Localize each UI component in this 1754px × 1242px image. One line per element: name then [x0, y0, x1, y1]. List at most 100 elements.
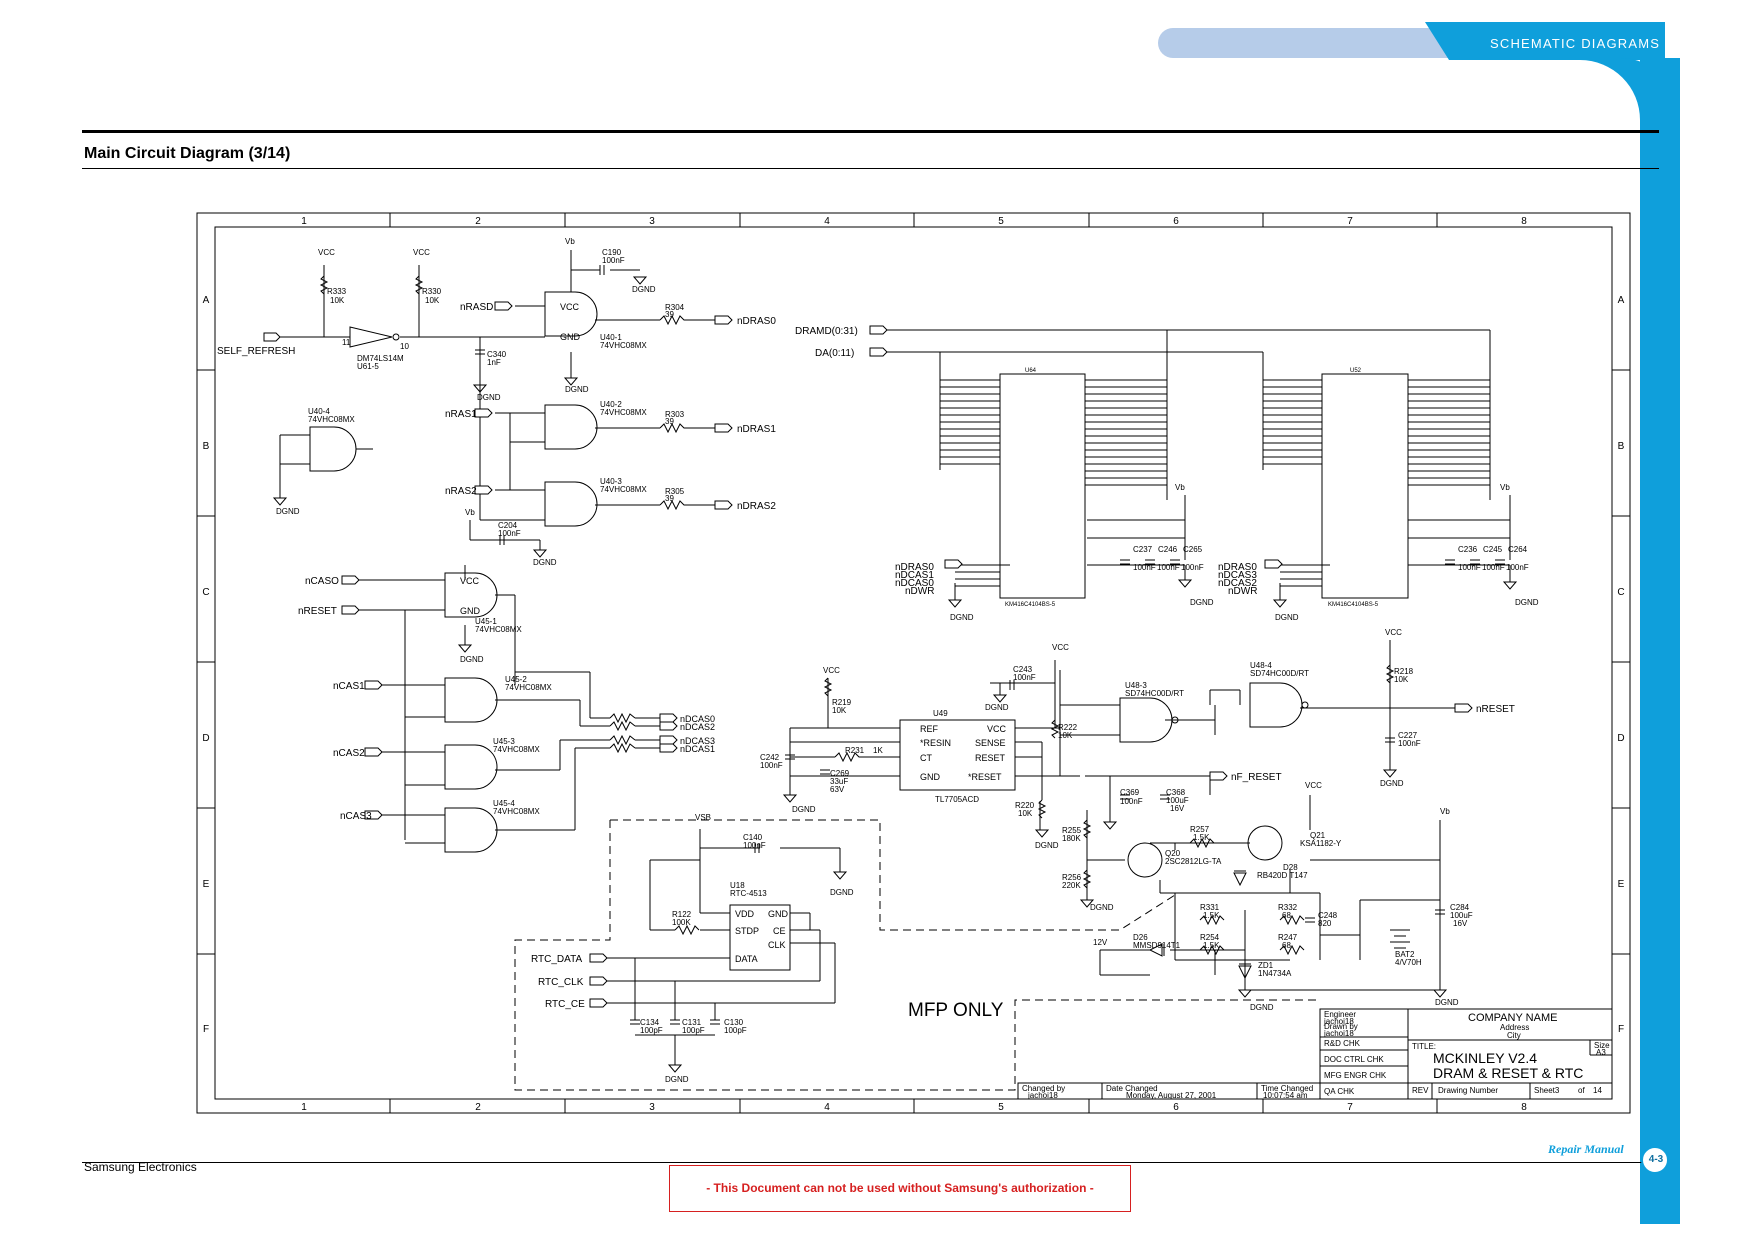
pin-label: SENSE — [975, 738, 1006, 748]
resistor-r122 — [674, 924, 700, 936]
bus-label: DRAMD(0:31) — [795, 326, 858, 337]
and-gate-u40-3 — [544, 481, 598, 527]
value-label: 4/V70H — [1395, 958, 1422, 967]
vb-label: Vb — [1440, 807, 1450, 816]
port-ncas2 — [364, 747, 383, 757]
gnd-label: DGND — [1250, 1003, 1274, 1012]
transistor-q21 — [1247, 825, 1283, 861]
tb-rd-chk: R&D CHK — [1324, 1039, 1361, 1048]
value-label: 10K — [1058, 731, 1073, 740]
pin-label: CLK — [768, 940, 786, 950]
pin-label: VCC — [987, 724, 1007, 734]
tb-size: A3 — [1596, 1048, 1606, 1057]
gnd-label: DGND — [632, 285, 656, 294]
value-label: 100nF — [1013, 673, 1036, 682]
ref-label: C264 — [1508, 545, 1528, 554]
pin-label: VCC — [560, 302, 580, 312]
ground-symbol — [1382, 769, 1398, 778]
port-rtc-data — [589, 953, 608, 963]
signal-label: nF_RESET — [1231, 772, 1282, 783]
port-rtc-ce — [589, 998, 608, 1008]
ref-label: U52 — [1350, 368, 1362, 374]
value-label: 100pF — [640, 1026, 663, 1035]
col-label: 6 — [1173, 1102, 1179, 1113]
signal-label: nDCAS2 — [680, 722, 715, 732]
value-label: 10K — [1394, 675, 1409, 684]
pin-label: *RESIN — [920, 738, 951, 748]
part-label: KM416C4104BS-5 — [1328, 602, 1379, 608]
value-label: 100nF — [498, 529, 521, 538]
tb-sheets: 14 — [1593, 1086, 1602, 1095]
transistor-q20 — [1127, 842, 1163, 878]
port-ndcas1 — [659, 743, 678, 753]
part-label: 74VHC08MX — [475, 625, 522, 634]
tb-rev: REV — [1412, 1086, 1429, 1095]
and-gate-u45-2 — [444, 677, 498, 723]
col-label: 5 — [998, 216, 1004, 227]
ref-label: R330 — [422, 287, 442, 296]
value-label: 820 — [1318, 919, 1332, 928]
part-label: 74VHC08MX — [493, 807, 540, 816]
ref-label: C369 — [1120, 788, 1140, 797]
nand-bubble — [1301, 701, 1309, 709]
signal-label: nRAS1 — [445, 409, 477, 420]
row-label: D — [202, 733, 209, 744]
part-label: RTC-4513 — [730, 889, 767, 898]
value-label: 100nF — [602, 256, 625, 265]
pin-label: GND — [920, 772, 941, 782]
tb-time: 10:07:54 am — [1263, 1091, 1308, 1100]
col-label: 4 — [824, 216, 830, 227]
vb-label: Vb — [465, 508, 475, 517]
value-label: 100nF — [1120, 797, 1143, 806]
value-label: 10K — [425, 296, 440, 305]
value-label: 68 — [1282, 941, 1291, 950]
diode-d28 — [1233, 872, 1247, 887]
value-label: 100pF — [724, 1026, 747, 1035]
ground-symbol — [1102, 821, 1118, 830]
ground-symbol — [457, 644, 473, 653]
pin-label: DATA — [735, 954, 758, 964]
signal-label: nDWR — [1228, 586, 1257, 597]
ground-symbol — [832, 871, 848, 880]
grounds — [272, 276, 1518, 1073]
schematic: 1 2 3 4 5 6 7 8 1 2 3 4 5 6 7 8 A B C D … — [196, 212, 1631, 1114]
signal-label: nCAS2 — [333, 748, 365, 759]
signal-label: RTC_CLK — [538, 977, 584, 988]
v12-label: 12V — [1093, 938, 1108, 947]
part-label: MMSD914T1 — [1133, 941, 1181, 950]
pin-label: VDD — [735, 909, 755, 919]
ground-symbol — [1237, 989, 1253, 998]
and-gate-u45-4 — [444, 807, 498, 853]
and-gate-u40-2 — [544, 404, 598, 450]
gnd-label: DGND — [565, 385, 589, 394]
gnd-label: DGND — [276, 507, 300, 516]
signal-label: nRASD — [460, 302, 493, 313]
schematic-labels: VCC VCC R333 10K R330 10K SELF_REFRESH D… — [217, 237, 1539, 1084]
vsb-label: VSB — [695, 813, 711, 822]
ground-symbol — [1432, 989, 1448, 998]
col-label: 6 — [1173, 216, 1179, 227]
gnd-label: DGND — [830, 888, 854, 897]
ground-symbol — [782, 794, 798, 803]
value-label: 100pF — [682, 1026, 705, 1035]
gnd-label: DGND — [985, 703, 1009, 712]
signal-label: nRESET — [298, 606, 337, 617]
part-label: RB420D T147 — [1257, 871, 1308, 880]
part-label: TL7705ACD — [935, 795, 979, 804]
col-label: 7 — [1347, 216, 1353, 227]
part-label: 1N4734A — [1258, 969, 1292, 978]
part-label: SD74HC00D/RT — [1125, 689, 1184, 698]
gnd-label: DGND — [477, 393, 501, 402]
ground-symbol — [667, 1064, 683, 1073]
value-label: 100nF — [1157, 563, 1180, 572]
part-label: 74VHC08MX — [600, 485, 647, 494]
ground-symbol — [1177, 579, 1193, 588]
port-ncas1 — [364, 680, 383, 690]
part-label: 74VHC08MX — [600, 408, 647, 417]
pin-label: 10 — [400, 342, 409, 351]
tb-date: Monday, August 27, 2001 — [1126, 1091, 1217, 1100]
vcc-label: VCC — [1052, 643, 1069, 652]
port-nras1 — [474, 408, 493, 418]
port-nreset-in — [341, 605, 360, 615]
vb-label: Vb — [1175, 483, 1185, 492]
